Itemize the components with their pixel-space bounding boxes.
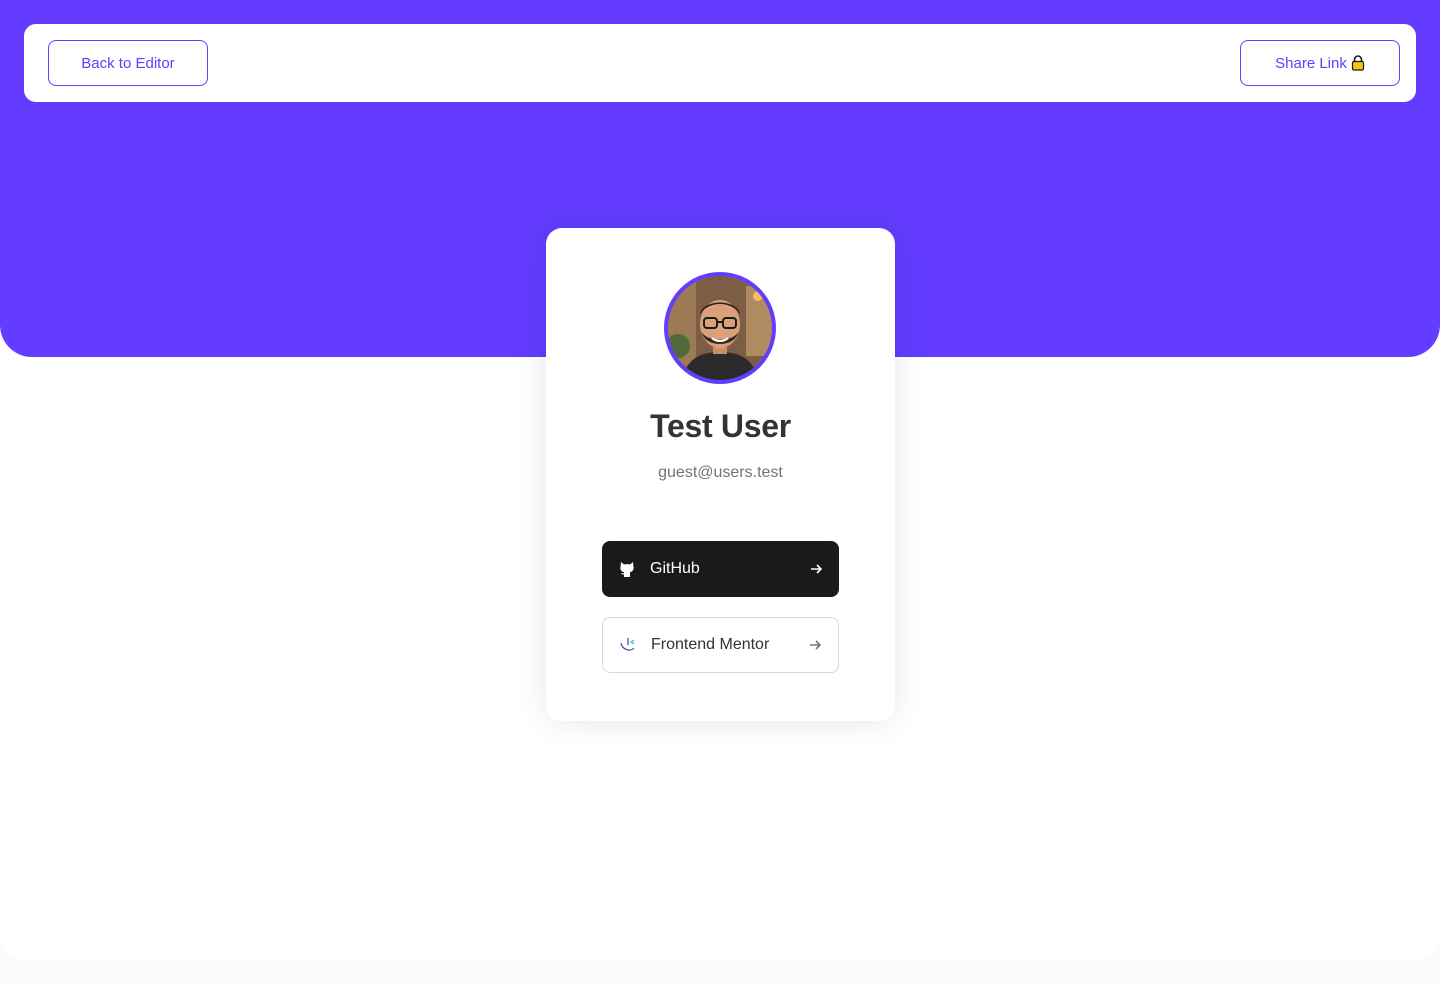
arrow-right-icon (808, 638, 822, 652)
share-link-button[interactable]: Share Link (1240, 40, 1400, 86)
link-label: GitHub (650, 560, 700, 577)
back-to-editor-button[interactable]: Back to Editor (48, 40, 208, 86)
link-label: Frontend Mentor (651, 636, 770, 653)
share-link-label: Share Link (1275, 54, 1347, 72)
profile-card: Test User guest@users.test GitHub Fronte… (546, 228, 895, 721)
profile-name: Test User (650, 408, 791, 444)
github-icon (618, 560, 636, 578)
profile-email: guest@users.test (658, 464, 783, 481)
link-frontend-mentor[interactable]: Frontend Mentor (602, 617, 839, 673)
arrow-right-icon (809, 562, 823, 576)
top-bar: Back to Editor Share Link (24, 24, 1416, 102)
page: Back to Editor Share Link Test User gues… (0, 0, 1440, 960)
link-github[interactable]: GitHub (602, 541, 839, 597)
back-to-editor-label: Back to Editor (81, 54, 175, 72)
frontend-mentor-icon (619, 636, 637, 654)
lock-icon (1351, 55, 1365, 71)
avatar (664, 272, 776, 384)
avatar-photo (668, 276, 772, 380)
